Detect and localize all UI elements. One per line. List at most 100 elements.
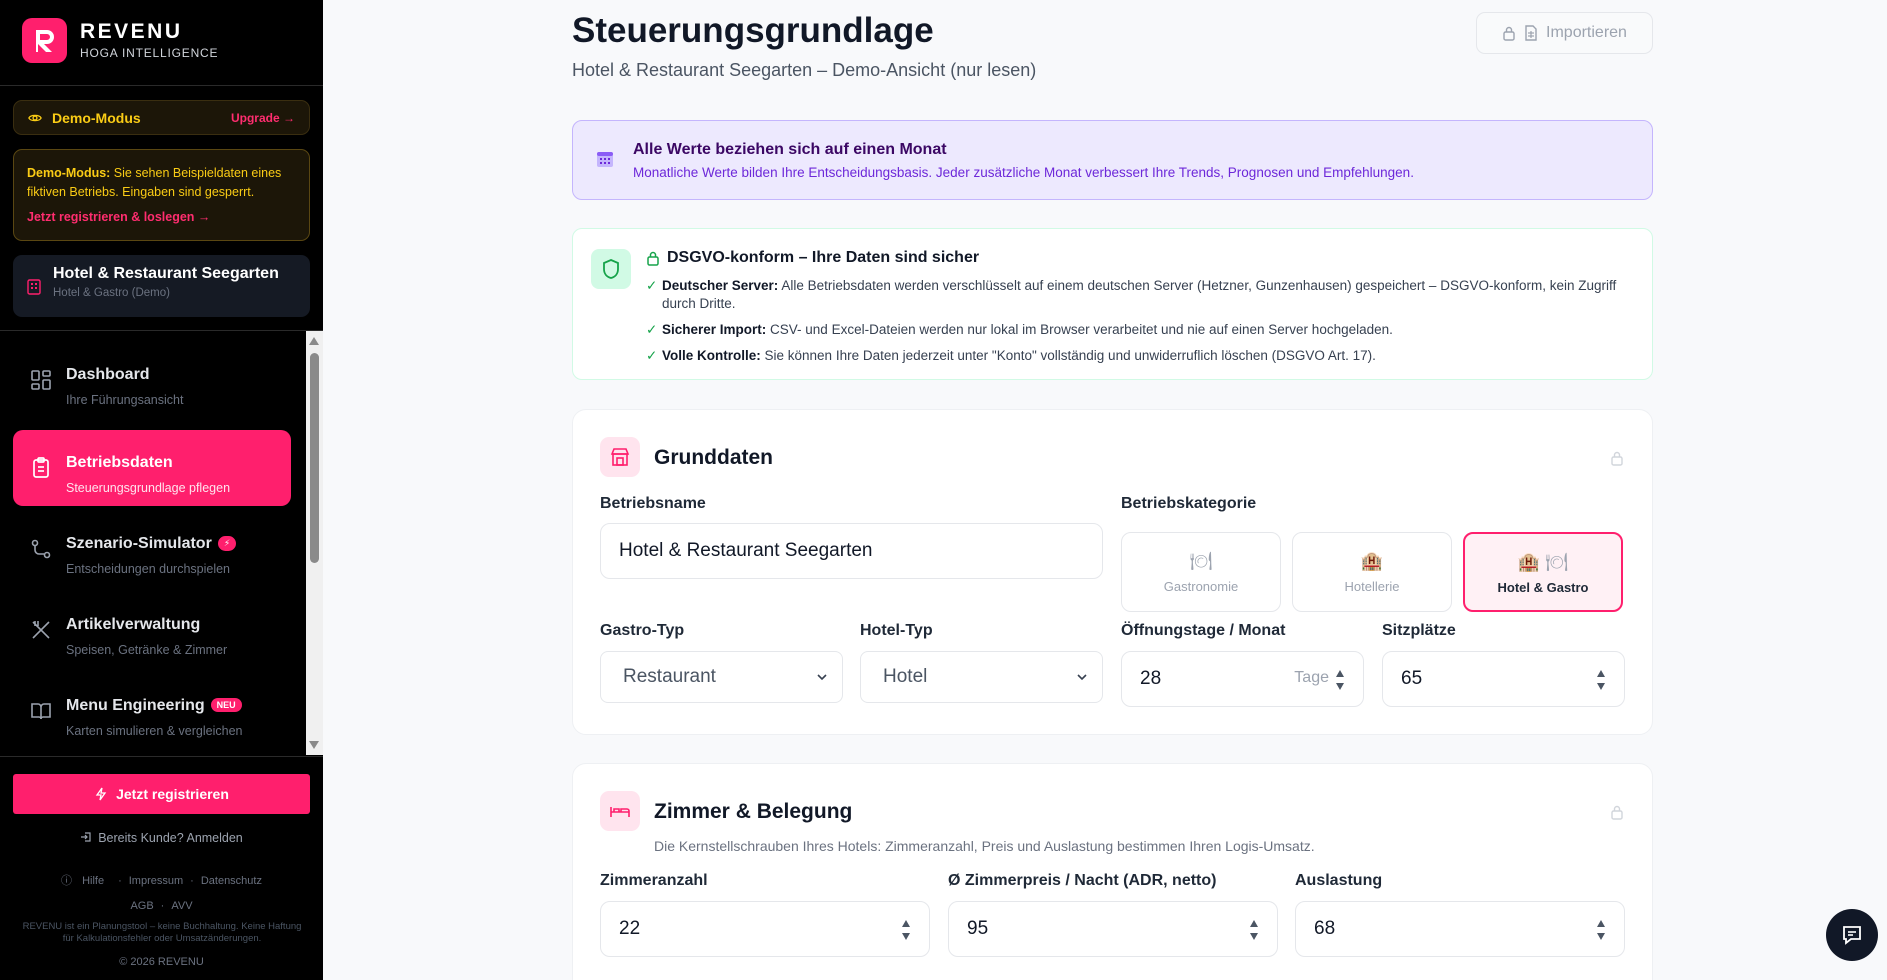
help-link-label: Hilfe <box>82 875 105 887</box>
adr-input[interactable]: 95 <box>948 901 1278 957</box>
rooms-title: Zimmer & Belegung <box>654 800 853 823</box>
room-count-value: 22 <box>619 918 641 939</box>
impressum-link[interactable]: Impressum <box>129 875 183 887</box>
register-button-label: Jetzt registrieren <box>116 786 229 802</box>
login-link-label: Bereits Kunde? Anmelden <box>98 831 243 845</box>
avv-link[interactable]: AVV <box>171 900 192 912</box>
nav-item-subtitle: Speisen, Getränke & Zimmer <box>66 643 228 657</box>
category-option-gastronomie[interactable]: 🍽 Gastronomie <box>1121 532 1281 612</box>
nav-item-title: Szenario-Simulator ⚡ <box>66 535 237 553</box>
room-count-input[interactable]: 22 <box>600 901 930 957</box>
disclaimer: REVENU ist ein Planungstool – keine Buch… <box>22 921 302 944</box>
rooms-card: Zimmer & Belegung Die Kernstellschrauben… <box>572 763 1653 980</box>
nav-item-dashboard[interactable]: Dashboard Ihre Führungsansicht <box>13 342 291 418</box>
building-icon <box>27 279 41 295</box>
seats-label: Sitzplätze <box>1382 622 1456 639</box>
check-icon: ✓ <box>646 322 658 337</box>
gdpr-item-text: Alle Betriebsdaten werden verschlüsselt … <box>662 278 1617 311</box>
scrollbar-thumb[interactable] <box>310 353 319 563</box>
import-button[interactable]: Importieren <box>1476 12 1653 54</box>
demo-notice-bold: Demo-Modus: <box>27 166 111 180</box>
nav-item-badge: ⚡ <box>217 536 237 551</box>
copyright: © 2026 REVENU <box>119 956 204 968</box>
stepper-icon[interactable] <box>1249 917 1259 943</box>
eye-icon <box>28 114 42 121</box>
brand-tagline: HOGA INTELLIGENCE <box>80 46 219 60</box>
book-icon <box>31 703 51 720</box>
gdpr-item-bold: Volle Kontrolle: <box>662 348 761 363</box>
clipboard-icon <box>33 457 49 478</box>
grunddaten-card: Grunddaten Betriebsname Hotel & Restaura… <box>572 409 1653 735</box>
sidebar: REVENU HOGA INTELLIGENCE Demo-Modus Upgr… <box>0 0 323 980</box>
lock-icon <box>1611 451 1623 466</box>
grunddaten-title: Grunddaten <box>654 446 773 469</box>
gdpr-panel: DSGVO-konform – Ihre Daten sind sicher ✓… <box>572 228 1653 380</box>
check-icon: ✓ <box>646 278 658 293</box>
help-link[interactable]: ⓘ Hilfe <box>61 875 111 887</box>
adr-value: 95 <box>967 918 989 939</box>
lock-icon <box>1503 26 1515 41</box>
nav-item-title: Betriebsdaten <box>66 454 173 471</box>
gastro-type-value: Restaurant <box>623 666 716 687</box>
category-option-hotellerie[interactable]: 🏨 Hotellerie <box>1292 532 1452 612</box>
open-days-input[interactable]: 28 Tage <box>1121 651 1364 707</box>
gdpr-item-text: CSV- und Excel-Dateien werden nur lokal … <box>766 322 1393 337</box>
utensils-icon <box>32 621 50 639</box>
brand-header[interactable]: REVENU HOGA INTELLIGENCE <box>0 0 323 86</box>
revenu-logo-icon <box>22 18 67 63</box>
scroll-down-arrow-icon[interactable] <box>309 741 319 749</box>
nav-item-artikelverwaltung[interactable]: Artikelverwaltung Speisen, Getränke & Zi… <box>13 592 291 668</box>
chevron-down-icon <box>1077 674 1087 681</box>
hotel-icon: 🏨 <box>1360 551 1384 571</box>
business-name-input[interactable]: Hotel & Restaurant Seegarten <box>600 523 1103 579</box>
nav-item-title: Artikelverwaltung <box>66 616 201 633</box>
login-link[interactable]: Bereits Kunde? Anmelden <box>0 831 323 845</box>
nav-item-szenario-simulator[interactable]: Szenario-Simulator ⚡ Entscheidungen durch… <box>13 511 291 587</box>
scenario-icon <box>31 539 51 559</box>
agb-link[interactable]: AGB <box>130 900 153 912</box>
occupancy-label: Auslastung <box>1295 872 1383 889</box>
occupancy-input[interactable]: 68 <box>1295 901 1625 957</box>
seats-input[interactable]: 65 <box>1382 651 1625 707</box>
nav-item-badge: NEU <box>210 698 242 712</box>
rooms-subtitle: Die Kernstellschrauben Ihres Hotels: Zim… <box>654 838 1315 854</box>
register-link[interactable]: Jetzt registrieren & loslegen → <box>27 208 296 227</box>
monthly-info-text: Monatliche Werte bilden Ihre Entscheidun… <box>633 165 1414 180</box>
stepper-icon[interactable] <box>1596 667 1606 693</box>
monthly-info-banner: Alle Werte beziehen sich auf einen Monat… <box>572 120 1653 200</box>
bed-icon <box>600 791 640 831</box>
business-name-label: Betriebsname <box>600 495 706 512</box>
chat-button[interactable] <box>1826 909 1878 961</box>
footer-links: ⓘ Hilfe · Impressum · Datenschutz AGB · AVV <box>61 875 262 912</box>
nav-item-menu-engineering[interactable]: Menu Engineering NEU Karten simulieren & … <box>13 673 291 749</box>
hotel-plate-icon: 🏨 🍽 <box>1517 552 1569 572</box>
business-switcher[interactable]: Hotel & Restaurant Seegarten Hotel & Gas… <box>13 255 310 317</box>
register-button[interactable]: Jetzt registrieren <box>13 774 310 814</box>
room-count-label: Zimmeranzahl <box>600 872 708 889</box>
plate-icon: 🍽 <box>1189 551 1213 571</box>
nav-item-title-text: Menu Engineering <box>66 697 205 714</box>
demo-mode-label: Demo-Modus <box>52 109 141 126</box>
gdpr-list: ✓ Deutscher Server: Alle Betriebsdaten we… <box>646 277 1636 373</box>
chevron-down-icon <box>817 674 827 681</box>
upgrade-link[interactable]: Upgrade → <box>231 111 295 125</box>
privacy-link[interactable]: Datenschutz <box>201 875 262 887</box>
nav-item-subtitle: Karten simulieren & vergleichen <box>66 724 243 738</box>
spreadsheet-icon <box>1525 25 1537 41</box>
sidebar-footer: Jetzt registrieren Bereits Kunde? Anmeld… <box>0 756 323 980</box>
gdpr-title-text: DSGVO-konform – Ihre Daten sind sicher <box>667 249 980 266</box>
sidebar-scrollbar[interactable] <box>306 331 323 755</box>
gastro-type-select[interactable]: Restaurant <box>600 651 843 703</box>
hotel-type-value: Hotel <box>883 666 928 687</box>
stepper-icon[interactable] <box>901 917 911 943</box>
category-option-hotel-gastro[interactable]: 🏨 🍽 Hotel & Gastro <box>1463 532 1623 612</box>
stepper-icon[interactable] <box>1596 917 1606 943</box>
nav-item-betriebsdaten[interactable]: Betriebsdaten Steuerungsgrundlage pflege… <box>13 430 291 506</box>
stepper-icon[interactable] <box>1335 667 1345 693</box>
scroll-up-arrow-icon[interactable] <box>309 337 319 345</box>
nav-item-title: Dashboard <box>66 366 150 383</box>
category-label: Gastronomie <box>1163 579 1239 594</box>
hotel-type-select[interactable]: Hotel <box>860 651 1103 703</box>
main-nav: Dashboard Ihre Führungsansicht Betriebsd… <box>0 331 305 755</box>
shield-icon <box>591 249 631 289</box>
